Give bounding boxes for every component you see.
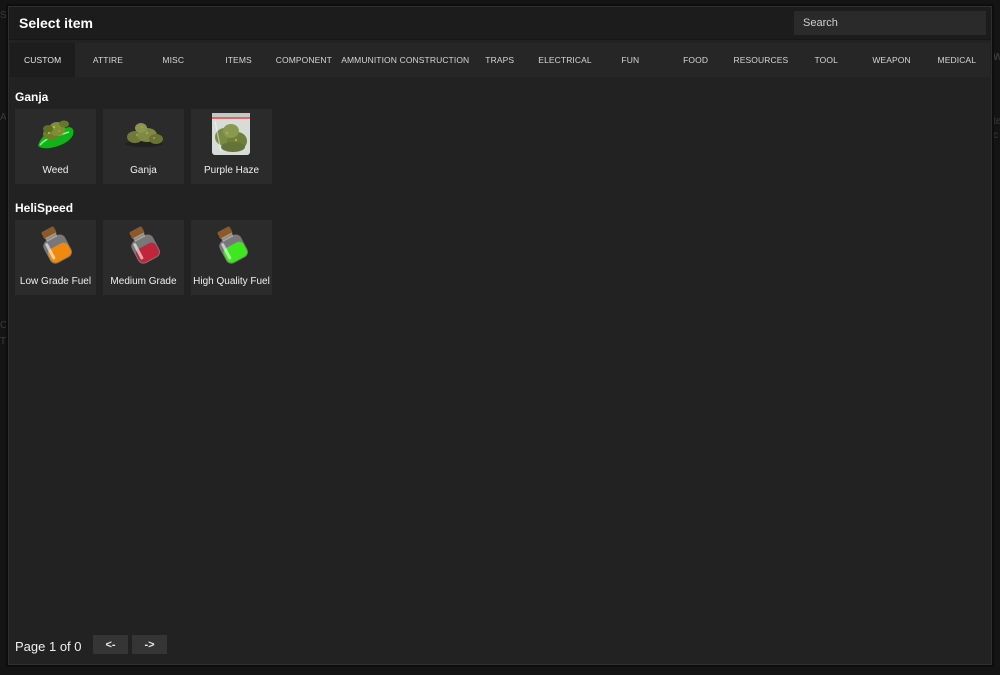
background-ghost-text: S bbox=[0, 10, 7, 21]
ganja-bud-icon bbox=[123, 113, 165, 155]
item-card-weed[interactable]: Weed bbox=[15, 109, 96, 184]
tab-component[interactable]: COMPONENT bbox=[271, 43, 336, 77]
tab-traps[interactable]: TRAPS bbox=[467, 43, 532, 77]
item-label: Medium Grade bbox=[110, 276, 177, 287]
orange-potion-jar-icon bbox=[35, 224, 77, 266]
tab-ammunition[interactable]: AMMUNITION bbox=[336, 43, 401, 77]
tab-medical[interactable]: MEDICAL bbox=[924, 43, 989, 77]
item-grid-helispeed: Low Grade Fuel Medium Grade High Quality… bbox=[15, 220, 272, 295]
item-card-ganja[interactable]: Ganja bbox=[103, 109, 184, 184]
dialog-titlebar: Select item bbox=[9, 7, 991, 40]
background-ghost-text: c bbox=[993, 130, 998, 141]
tab-custom[interactable]: CUSTOM bbox=[10, 43, 76, 77]
item-label: Purple Haze bbox=[203, 165, 260, 176]
bagged-weed-icon bbox=[209, 111, 253, 157]
tab-fun[interactable]: FUN bbox=[598, 43, 663, 77]
item-grid-ganja: Weed Ganja Purple Haze bbox=[15, 109, 272, 184]
item-card-high-quality-fuel[interactable]: High Quality Fuel bbox=[191, 220, 272, 295]
background-ghost-text: A bbox=[0, 112, 7, 123]
next-page-button[interactable]: -> bbox=[132, 635, 167, 654]
item-label: High Quality Fuel bbox=[193, 276, 270, 287]
red-potion-jar-icon bbox=[123, 224, 165, 266]
page-indicator: Page 1 of 0 bbox=[15, 639, 82, 654]
dialog-title: Select item bbox=[19, 15, 93, 31]
tab-resources[interactable]: RESOURCES bbox=[728, 43, 793, 77]
item-label: Low Grade Fuel bbox=[19, 276, 92, 287]
background-ghost-text: C bbox=[0, 320, 8, 331]
tab-food[interactable]: FOOD bbox=[663, 43, 728, 77]
tab-attire[interactable]: ATTIRE bbox=[75, 43, 140, 77]
background-ghost-text: W bbox=[993, 52, 1000, 63]
section-title-ganja: Ganja bbox=[15, 90, 49, 104]
item-label: Weed bbox=[42, 165, 69, 176]
prev-page-button[interactable]: <- bbox=[93, 635, 128, 654]
select-item-dialog: Select item CUSTOM ATTIRE MISC ITEMS COM… bbox=[8, 6, 992, 665]
category-tab-bar: CUSTOM ATTIRE MISC ITEMS COMPONENT AMMUN… bbox=[10, 43, 990, 77]
tab-tool[interactable]: TOOL bbox=[794, 43, 859, 77]
search-input[interactable] bbox=[794, 11, 986, 35]
weed-bud-icon bbox=[35, 113, 77, 155]
green-potion-jar-icon bbox=[211, 224, 253, 266]
item-card-low-grade-fuel[interactable]: Low Grade Fuel bbox=[15, 220, 96, 295]
tab-weapon[interactable]: WEAPON bbox=[859, 43, 924, 77]
background-ghost-text: te bbox=[993, 116, 1000, 127]
tab-electrical[interactable]: ELECTRICAL bbox=[532, 43, 597, 77]
section-title-helispeed: HeliSpeed bbox=[15, 201, 74, 215]
item-card-medium-grade[interactable]: Medium Grade bbox=[103, 220, 184, 295]
background-ghost-text: T bbox=[0, 336, 7, 347]
tab-misc[interactable]: MISC bbox=[141, 43, 206, 77]
tab-items[interactable]: ITEMS bbox=[206, 43, 271, 77]
item-card-purple-haze[interactable]: Purple Haze bbox=[191, 109, 272, 184]
tab-construction[interactable]: CONSTRUCTION bbox=[400, 43, 470, 77]
item-label: Ganja bbox=[130, 165, 157, 176]
